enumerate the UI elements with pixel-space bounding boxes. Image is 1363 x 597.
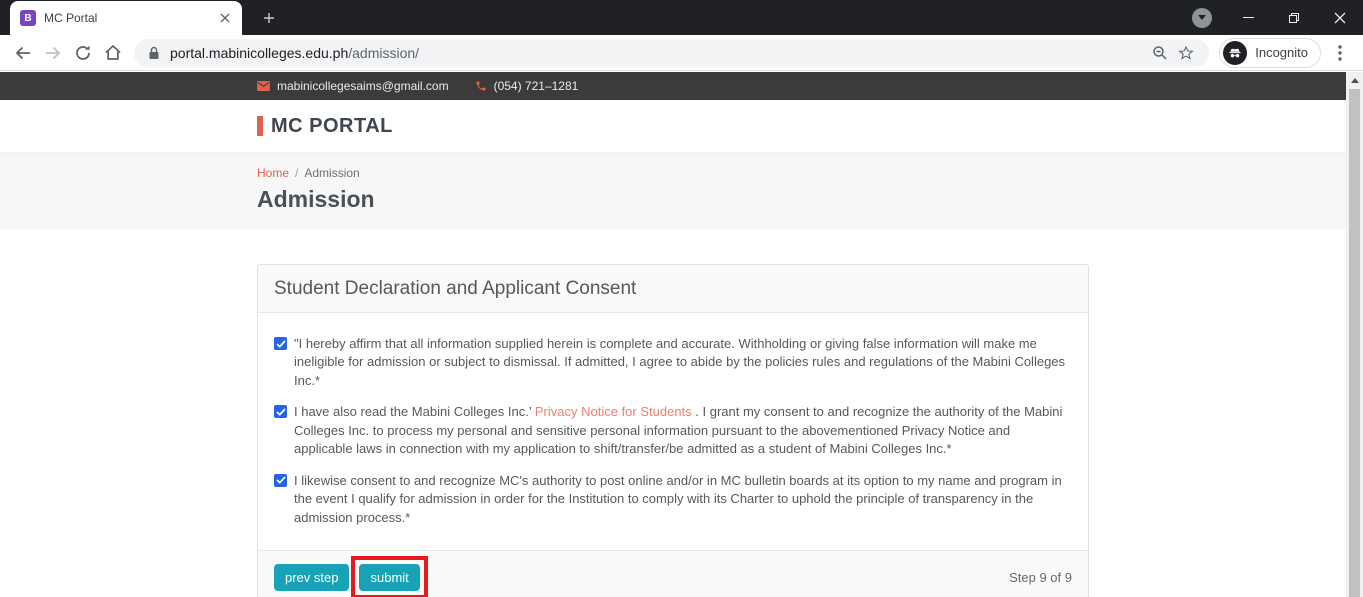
browser-toolbar: portal.mabinicolleges.edu.ph/admission/ … <box>0 35 1363 71</box>
reload-icon[interactable] <box>68 38 98 68</box>
email-icon <box>257 81 270 91</box>
main-content: Student Declaration and Applicant Consen… <box>0 230 1346 597</box>
breadcrumb-home-link[interactable]: Home <box>257 166 289 180</box>
zoom-icon[interactable] <box>1147 40 1173 66</box>
scrollbar-thumb[interactable] <box>1349 89 1360 597</box>
new-tab-button[interactable] <box>256 7 282 29</box>
prev-step-button[interactable]: prev step <box>274 564 350 592</box>
address-bar[interactable]: portal.mabinicolleges.edu.ph/admission/ <box>134 38 1210 67</box>
submit-annotation-box: submit <box>351 556 428 597</box>
page-title: Admission <box>257 186 375 212</box>
consent-item-accuracy: "I hereby affirm that all information su… <box>274 335 1072 390</box>
breadcrumb: Home / Admission <box>257 166 1089 180</box>
consent-checkbox-transparency[interactable] <box>274 473 287 487</box>
consent-card-title: Student Declaration and Applicant Consen… <box>258 265 1088 313</box>
scrollbar-up-icon[interactable] <box>1346 72 1363 88</box>
phone-icon <box>476 81 486 91</box>
incognito-icon <box>1223 40 1248 65</box>
check-icon <box>275 476 286 485</box>
consent-card-body: "I hereby affirm that all information su… <box>258 313 1088 550</box>
consent-card: Student Declaration and Applicant Consen… <box>257 264 1089 597</box>
back-icon[interactable] <box>8 38 38 68</box>
page: mabinicollegesaims@gmail.com (054) 721–1… <box>0 72 1363 597</box>
contact-strip: mabinicollegesaims@gmail.com (054) 721–1… <box>0 72 1346 100</box>
menu-icon[interactable] <box>1325 38 1355 68</box>
window-controls <box>1179 0 1363 35</box>
restore-button[interactable] <box>1271 0 1317 35</box>
site-header: MC PORTAL <box>0 100 1346 152</box>
breadcrumb-current: Admission <box>304 166 360 180</box>
consent-card-footer: prev step submit Step 9 of 9 <box>258 550 1088 597</box>
step-indicator: Step 9 of 9 <box>1009 570 1072 586</box>
incognito-label: Incognito <box>1255 45 1308 60</box>
consent-checkbox-accuracy[interactable] <box>274 337 287 350</box>
logo-text: MC PORTAL <box>271 114 393 137</box>
incognito-badge: Incognito <box>1219 37 1321 68</box>
consent-item-transparency: I likewise consent to and recognize MC's… <box>274 472 1072 527</box>
logo-bar <box>257 116 263 136</box>
home-icon[interactable] <box>98 38 128 68</box>
contact-email: mabinicollegesaims@gmail.com <box>257 79 449 93</box>
tab-title: MC Portal <box>44 11 98 25</box>
site-logo[interactable]: MC PORTAL <box>257 115 1089 138</box>
tab-close-icon[interactable] <box>216 9 234 27</box>
url-text: portal.mabinicolleges.edu.ph/admission/ <box>170 44 420 61</box>
consent-checkbox-privacy[interactable] <box>274 405 287 419</box>
chrome-update-icon[interactable] <box>1179 0 1225 35</box>
consent-text: "I hereby affirm that all information su… <box>294 336 1066 388</box>
minimize-button[interactable] <box>1225 0 1271 35</box>
check-icon <box>275 408 286 416</box>
consent-item-privacy: I have also read the Mabini Colleges Inc… <box>274 403 1072 458</box>
submit-button[interactable]: submit <box>359 564 420 592</box>
favicon: B <box>20 10 36 26</box>
forward-icon[interactable] <box>38 38 68 68</box>
contact-phone: (054) 721–1281 <box>475 79 578 93</box>
close-button[interactable] <box>1317 0 1363 35</box>
check-icon <box>275 339 286 348</box>
tab-bar: B MC Portal <box>0 0 1363 35</box>
breadcrumb-section: Home / Admission Admission <box>0 152 1346 230</box>
lock-icon[interactable] <box>148 46 160 60</box>
privacy-notice-link[interactable]: Privacy Notice for Students <box>535 404 692 419</box>
breadcrumb-separator: / <box>295 166 299 180</box>
consent-text: I have also read the Mabini Colleges Inc… <box>294 404 1063 457</box>
browser-tab[interactable]: B MC Portal <box>10 1 242 35</box>
scrollbar[interactable] <box>1346 72 1363 597</box>
consent-text: I likewise consent to and recognize MC's… <box>294 472 1062 525</box>
bookmark-star-icon[interactable] <box>1173 40 1199 66</box>
browser-window: B MC Portal portal.mabinicolleges.edu.ph… <box>0 0 1363 597</box>
